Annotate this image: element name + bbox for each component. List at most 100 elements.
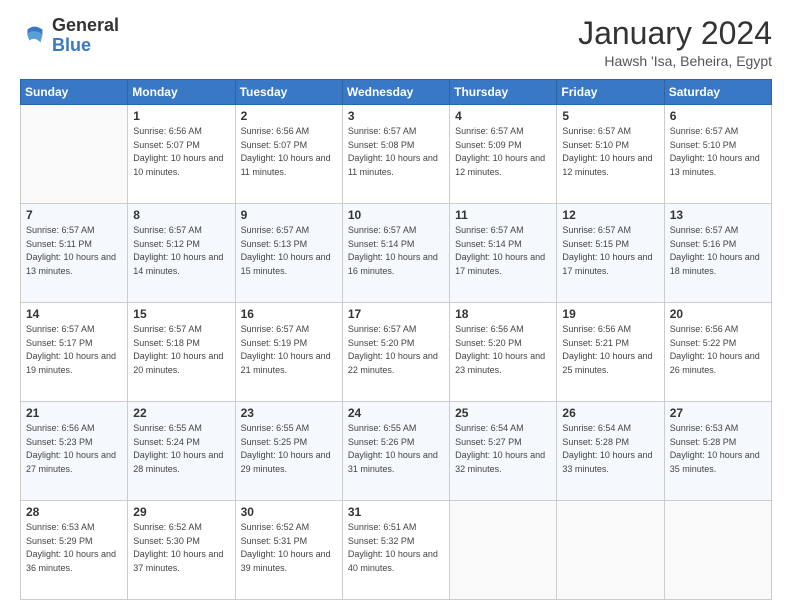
day-info: Sunrise: 6:55 AMSunset: 5:25 PMDaylight:… [241,422,337,476]
calendar-cell: 31 Sunrise: 6:51 AMSunset: 5:32 PMDayligh… [342,501,449,600]
week-row-1: 7 Sunrise: 6:57 AMSunset: 5:11 PMDaylight… [21,204,772,303]
day-info: Sunrise: 6:56 AMSunset: 5:20 PMDaylight:… [455,323,551,377]
day-info: Sunrise: 6:52 AMSunset: 5:30 PMDaylight:… [133,521,229,575]
weekday-header-wednesday: Wednesday [342,80,449,105]
logo-icon [20,22,48,50]
day-number: 22 [133,406,229,420]
calendar-cell: 25 Sunrise: 6:54 AMSunset: 5:27 PMDayligh… [450,402,557,501]
day-info: Sunrise: 6:56 AMSunset: 5:07 PMDaylight:… [133,125,229,179]
day-info: Sunrise: 6:57 AMSunset: 5:20 PMDaylight:… [348,323,444,377]
day-number: 11 [455,208,551,222]
day-number: 26 [562,406,658,420]
calendar-cell: 18 Sunrise: 6:56 AMSunset: 5:20 PMDayligh… [450,303,557,402]
calendar-cell: 11 Sunrise: 6:57 AMSunset: 5:14 PMDayligh… [450,204,557,303]
weekday-header-sunday: Sunday [21,80,128,105]
day-number: 18 [455,307,551,321]
day-info: Sunrise: 6:53 AMSunset: 5:28 PMDaylight:… [670,422,766,476]
day-number: 20 [670,307,766,321]
calendar-cell: 14Sunrise: 6:57 AMSunset: 5:17 PMDayligh… [21,303,128,402]
day-info: Sunrise: 6:55 AMSunset: 5:26 PMDaylight:… [348,422,444,476]
day-number: 8 [133,208,229,222]
day-number: 31 [348,505,444,519]
calendar-cell [450,501,557,600]
day-number: 1 [133,109,229,123]
weekday-header-row: SundayMondayTuesdayWednesdayThursdayFrid… [21,80,772,105]
day-number: 16 [241,307,337,321]
calendar-cell: 26Sunrise: 6:54 AMSunset: 5:28 PMDayligh… [557,402,664,501]
calendar-cell: 27 Sunrise: 6:53 AMSunset: 5:28 PMDayligh… [664,402,771,501]
calendar-cell: 5 Sunrise: 6:57 AMSunset: 5:10 PMDaylight… [557,105,664,204]
calendar-cell: 21 Sunrise: 6:56 AMSunset: 5:23 PMDayligh… [21,402,128,501]
day-info: Sunrise: 6:54 AMSunset: 5:27 PMDaylight:… [455,422,551,476]
weekday-header-thursday: Thursday [450,80,557,105]
day-info: Sunrise: 6:57 AMSunset: 5:16 PMDaylight:… [670,224,766,278]
day-number: 7 [26,208,122,222]
day-number: 29 [133,505,229,519]
calendar-cell [21,105,128,204]
calendar-cell: 24 Sunrise: 6:55 AMSunset: 5:26 PMDayligh… [342,402,449,501]
day-info: Sunrise: 6:55 AMSunset: 5:24 PMDaylight:… [133,422,229,476]
day-number: 24 [348,406,444,420]
title-block: January 2024 Hawsh 'Isa, Beheira, Egypt [578,16,772,69]
calendar-cell: 8 Sunrise: 6:57 AMSunset: 5:12 PMDaylight… [128,204,235,303]
day-number: 27 [670,406,766,420]
day-number: 19 [562,307,658,321]
day-info: Sunrise: 6:57 AMSunset: 5:14 PMDaylight:… [455,224,551,278]
calendar-cell [664,501,771,600]
day-number: 15 [133,307,229,321]
weekday-header-friday: Friday [557,80,664,105]
calendar-cell: 15 Sunrise: 6:57 AMSunset: 5:18 PMDayligh… [128,303,235,402]
day-number: 25 [455,406,551,420]
page: General Blue January 2024 Hawsh 'Isa, Be… [0,0,792,612]
calendar-cell: 30Sunrise: 6:52 AMSunset: 5:31 PMDayligh… [235,501,342,600]
day-number: 28 [26,505,122,519]
week-row-2: 14Sunrise: 6:57 AMSunset: 5:17 PMDayligh… [21,303,772,402]
day-number: 12 [562,208,658,222]
day-number: 10 [348,208,444,222]
day-info: Sunrise: 6:51 AMSunset: 5:32 PMDaylight:… [348,521,444,575]
calendar-cell: 2 Sunrise: 6:56 AMSunset: 5:07 PMDaylight… [235,105,342,204]
logo-text: General Blue [52,16,119,56]
calendar-cell: 1 Sunrise: 6:56 AMSunset: 5:07 PMDaylight… [128,105,235,204]
day-number: 30 [241,505,337,519]
calendar-table: SundayMondayTuesdayWednesdayThursdayFrid… [20,79,772,600]
week-row-0: 1 Sunrise: 6:56 AMSunset: 5:07 PMDaylight… [21,105,772,204]
day-info: Sunrise: 6:57 AMSunset: 5:15 PMDaylight:… [562,224,658,278]
day-info: Sunrise: 6:57 AMSunset: 5:11 PMDaylight:… [26,224,122,278]
weekday-header-monday: Monday [128,80,235,105]
day-number: 6 [670,109,766,123]
day-number: 2 [241,109,337,123]
calendar-cell: 17Sunrise: 6:57 AMSunset: 5:20 PMDayligh… [342,303,449,402]
calendar-cell: 12 Sunrise: 6:57 AMSunset: 5:15 PMDayligh… [557,204,664,303]
day-number: 13 [670,208,766,222]
calendar-cell: 13 Sunrise: 6:57 AMSunset: 5:16 PMDayligh… [664,204,771,303]
calendar-cell: 7 Sunrise: 6:57 AMSunset: 5:11 PMDaylight… [21,204,128,303]
week-row-4: 28Sunrise: 6:53 AMSunset: 5:29 PMDayligh… [21,501,772,600]
day-number: 14 [26,307,122,321]
weekday-header-tuesday: Tuesday [235,80,342,105]
calendar-cell: 4Sunrise: 6:57 AMSunset: 5:09 PMDaylight… [450,105,557,204]
week-row-3: 21 Sunrise: 6:56 AMSunset: 5:23 PMDayligh… [21,402,772,501]
day-number: 5 [562,109,658,123]
calendar-cell: 29 Sunrise: 6:52 AMSunset: 5:30 PMDayligh… [128,501,235,600]
day-info: Sunrise: 6:56 AMSunset: 5:23 PMDaylight:… [26,422,122,476]
day-info: Sunrise: 6:56 AMSunset: 5:07 PMDaylight:… [241,125,337,179]
day-number: 9 [241,208,337,222]
calendar-subtitle: Hawsh 'Isa, Beheira, Egypt [578,53,772,69]
day-info: Sunrise: 6:57 AMSunset: 5:14 PMDaylight:… [348,224,444,278]
calendar-cell: 3 Sunrise: 6:57 AMSunset: 5:08 PMDaylight… [342,105,449,204]
day-info: Sunrise: 6:57 AMSunset: 5:12 PMDaylight:… [133,224,229,278]
day-info: Sunrise: 6:57 AMSunset: 5:19 PMDaylight:… [241,323,337,377]
day-info: Sunrise: 6:57 AMSunset: 5:18 PMDaylight:… [133,323,229,377]
day-number: 3 [348,109,444,123]
calendar-cell [557,501,664,600]
calendar-cell: 20Sunrise: 6:56 AMSunset: 5:22 PMDayligh… [664,303,771,402]
day-number: 4 [455,109,551,123]
weekday-header-saturday: Saturday [664,80,771,105]
calendar-cell: 22 Sunrise: 6:55 AMSunset: 5:24 PMDayligh… [128,402,235,501]
calendar-cell: 23Sunrise: 6:55 AMSunset: 5:25 PMDayligh… [235,402,342,501]
day-info: Sunrise: 6:57 AMSunset: 5:08 PMDaylight:… [348,125,444,179]
calendar-cell: 16 Sunrise: 6:57 AMSunset: 5:19 PMDayligh… [235,303,342,402]
day-number: 21 [26,406,122,420]
day-info: Sunrise: 6:57 AMSunset: 5:10 PMDaylight:… [562,125,658,179]
